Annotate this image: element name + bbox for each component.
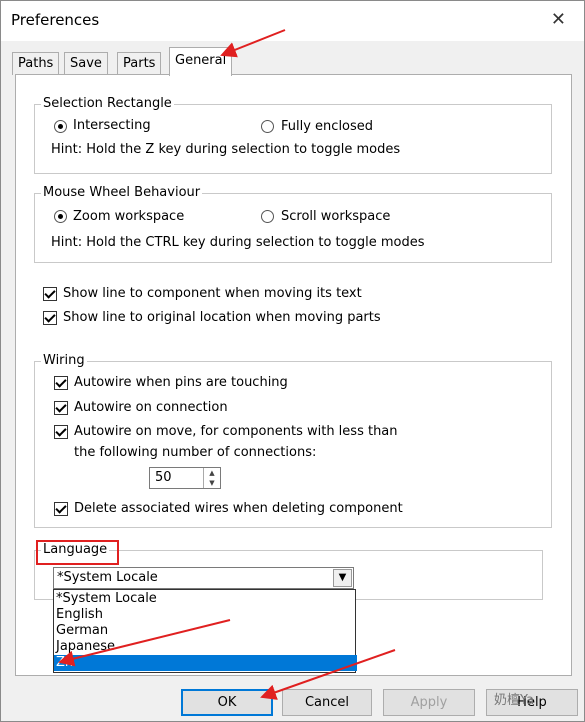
tab-paths[interactable]: Paths	[12, 52, 60, 75]
chevron-down-icon[interactable]: ▼	[333, 569, 352, 587]
delete-wires-checkbox[interactable]	[54, 502, 68, 516]
stepper-down-icon[interactable]: ▼	[203, 478, 220, 488]
autowire-move-label: Autowire on move, for components with le…	[74, 424, 398, 439]
autowire-move-checkbox[interactable]	[54, 425, 68, 439]
stepper-up-icon[interactable]: ▲	[203, 468, 220, 478]
autowire-connection-label: Autowire on connection	[74, 400, 228, 415]
window-title: Preferences	[11, 11, 100, 29]
selection-rectangle-group: Selection Rectangle	[34, 96, 552, 174]
title-bar: Preferences ✕	[1, 1, 584, 41]
preferences-window: Preferences ✕ Paths Save Parts General S…	[0, 0, 585, 722]
mouse-wheel-hint: Hint: Hold the CTRL key during selection…	[51, 235, 425, 250]
apply-button[interactable]: Apply	[383, 689, 475, 716]
ok-button[interactable]: OK	[181, 689, 273, 716]
intersecting-label: Intersecting	[73, 118, 151, 133]
connections-value: 50	[155, 470, 172, 485]
selection-hint: Hint: Hold the Z key during selection to…	[51, 142, 401, 157]
language-option-japanese[interactable]: Japanese	[54, 639, 357, 655]
autowire-move-label-continued: the following number of connections:	[74, 445, 317, 460]
tab-save[interactable]: Save	[64, 52, 108, 75]
selection-rectangle-label: Selection Rectangle	[41, 96, 174, 111]
show-line-component-label: Show line to component when moving its t…	[63, 286, 362, 301]
autowire-connection-checkbox[interactable]	[54, 401, 68, 415]
mouse-wheel-label: Mouse Wheel Behaviour	[41, 185, 203, 200]
fully-enclosed-radio[interactable]	[261, 120, 274, 133]
tab-general[interactable]: General	[169, 47, 233, 76]
show-line-original-label: Show line to original location when movi…	[63, 310, 381, 325]
language-selected-value: *System Locale	[57, 570, 158, 585]
zoom-workspace-radio[interactable]	[54, 210, 67, 223]
delete-wires-label: Delete associated wires when deleting co…	[74, 501, 403, 516]
intersecting-radio[interactable]	[54, 120, 67, 133]
scroll-workspace-label: Scroll workspace	[281, 209, 391, 224]
language-option-german[interactable]: German	[54, 623, 357, 639]
show-line-component-checkbox[interactable]	[43, 287, 57, 301]
mouse-wheel-group: Mouse Wheel Behaviour	[34, 185, 552, 263]
connections-stepper[interactable]: 50 ▲ ▼	[149, 467, 221, 489]
language-option-zh[interactable]: Zh	[54, 655, 357, 671]
autowire-touching-checkbox[interactable]	[54, 376, 68, 390]
watermark-text: 奶檀Ya	[494, 693, 535, 708]
tab-parts[interactable]: Parts	[117, 52, 162, 75]
autowire-touching-label: Autowire when pins are touching	[74, 375, 288, 390]
cancel-button[interactable]: Cancel	[282, 689, 372, 716]
language-dropdown-list: *System Locale English German Japanese Z…	[53, 589, 357, 673]
wiring-label: Wiring	[41, 353, 87, 368]
language-option-english[interactable]: English	[54, 607, 357, 623]
language-label: Language	[41, 542, 110, 557]
show-line-original-checkbox[interactable]	[43, 311, 57, 325]
zoom-workspace-label: Zoom workspace	[73, 209, 185, 224]
scroll-workspace-radio[interactable]	[261, 210, 274, 223]
language-select[interactable]: *System Locale ▼	[53, 567, 354, 589]
language-option-system-locale[interactable]: *System Locale	[54, 591, 357, 607]
fully-enclosed-label: Fully enclosed	[281, 119, 374, 134]
close-icon[interactable]: ✕	[551, 9, 566, 30]
